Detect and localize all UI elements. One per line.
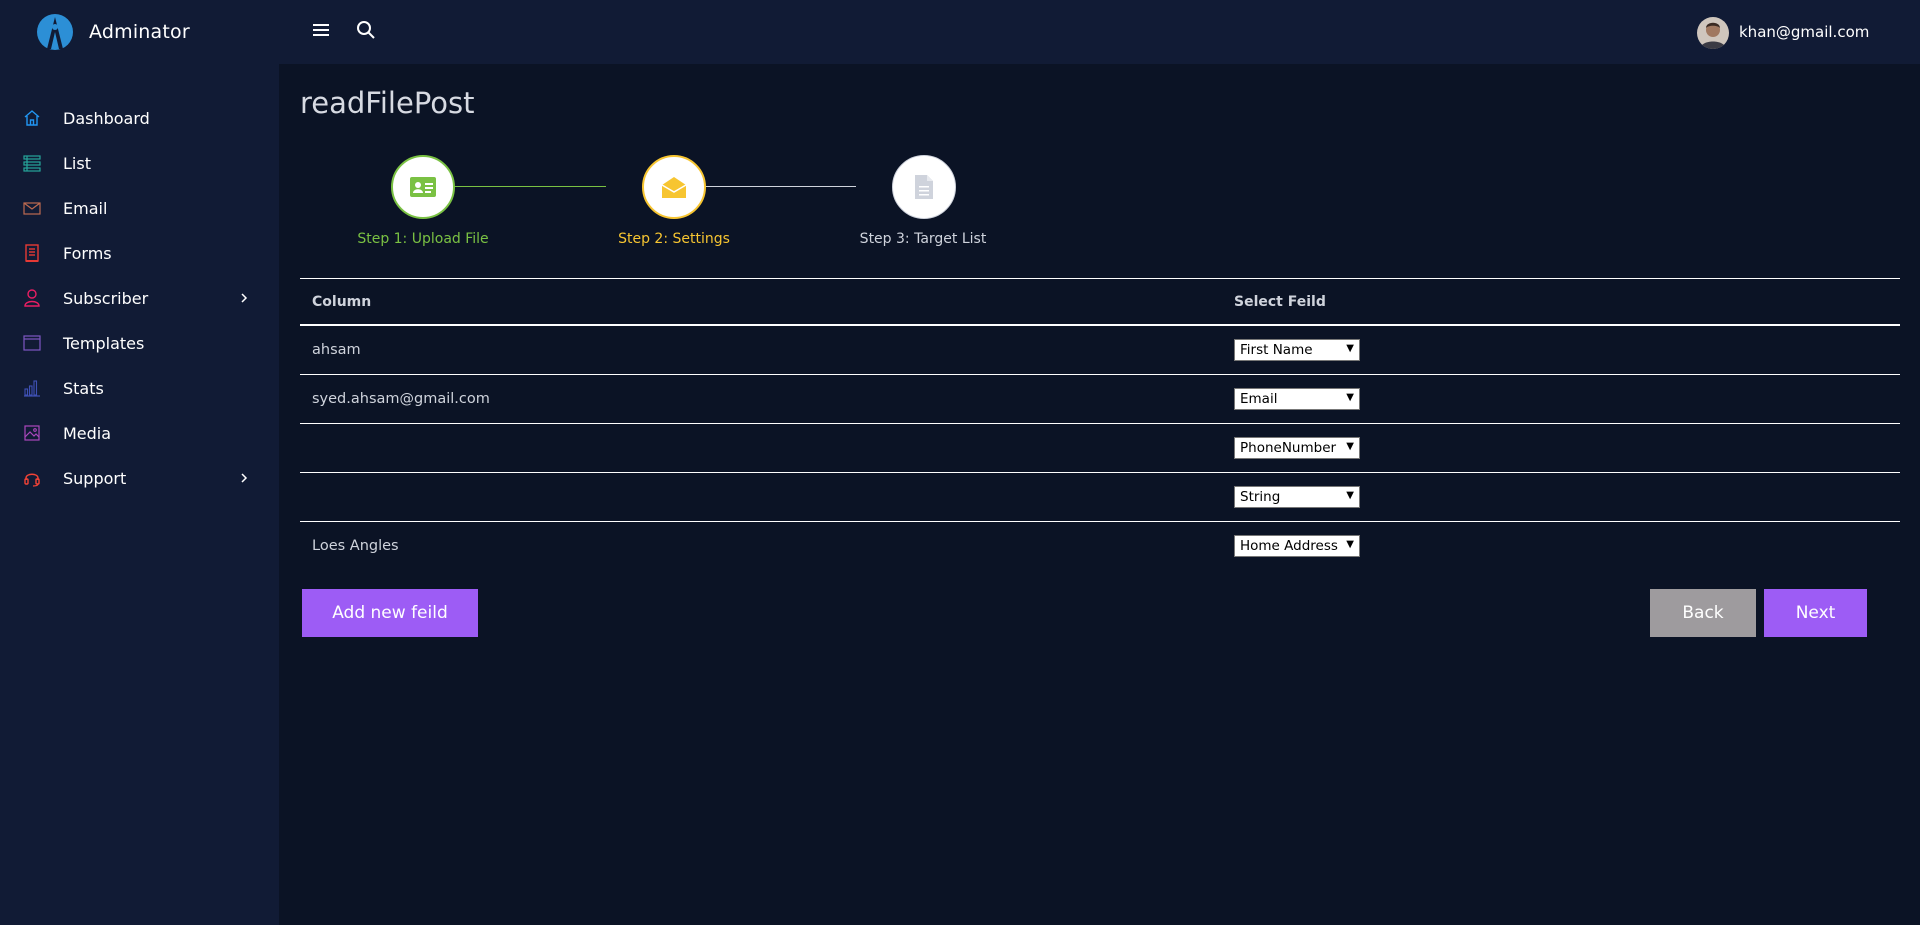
bar-chart-icon (24, 380, 40, 397)
top-header (279, 0, 1920, 64)
envelope-open-icon (661, 177, 687, 198)
image-icon (24, 425, 40, 441)
sidebar-item-label: Stats (63, 379, 104, 398)
sidebar-item-subscriber[interactable]: Subscriber (0, 276, 279, 321)
sidebar-item-label: Forms (63, 244, 112, 263)
field-select-value: Email (1240, 390, 1278, 407)
id-card-icon (410, 177, 436, 197)
field-select-value: PhoneNumber (1240, 439, 1337, 456)
step-3-circle[interactable] (892, 155, 956, 219)
table-header-row: Column Select Feild (300, 279, 1900, 326)
step-2-circle[interactable] (642, 155, 706, 219)
field-mapping-table: Column Select Feild ahsam First Name ▼ s… (300, 278, 1900, 570)
select-field-header: Select Feild (1222, 279, 1900, 326)
sidebar-item-media[interactable]: Media (0, 411, 279, 456)
stepper: Step 1: Upload File Step 2: Settings Ste… (300, 150, 1060, 260)
column-value: Loes Angles (312, 537, 399, 554)
headset-icon (24, 473, 40, 487)
caret-down-icon: ▼ (1346, 489, 1354, 501)
field-select-value: First Name (1240, 341, 1313, 358)
search-icon[interactable] (354, 18, 378, 42)
caret-down-icon: ▼ (1346, 342, 1354, 354)
back-button[interactable]: Back (1650, 589, 1756, 637)
sidebar-item-list[interactable]: List (0, 141, 279, 186)
field-cell: PhoneNumber ▼ (1222, 423, 1900, 473)
next-button[interactable]: Next (1764, 589, 1867, 637)
field-select[interactable]: String ▼ (1234, 485, 1360, 508)
chevron-right-icon (241, 293, 248, 303)
list-icon (23, 155, 41, 172)
sidebar-item-label: Subscriber (63, 289, 149, 308)
sidebar-item-label: Dashboard (63, 109, 150, 128)
field-select[interactable]: Email ▼ (1234, 387, 1360, 410)
step-2-label: Step 2: Settings (618, 231, 730, 247)
forms-icon (25, 244, 39, 262)
add-new-field-button[interactable]: Add new feild (302, 589, 478, 637)
step-1-label: Step 1: Upload File (357, 231, 489, 247)
caret-down-icon: ▼ (1346, 391, 1354, 403)
field-cell: Email ▼ (1222, 374, 1900, 424)
sidebar-nav: Dashboard List Email Forms Subscriber Te… (0, 96, 279, 501)
document-icon (915, 175, 933, 199)
chevron-right-icon (241, 473, 248, 483)
user-icon (24, 289, 40, 307)
caret-down-icon: ▼ (1346, 440, 1354, 452)
field-select-value: Home Address (1240, 537, 1338, 554)
sidebar-item-dashboard[interactable]: Dashboard (0, 96, 279, 141)
sidebar-item-email[interactable]: Email (0, 186, 279, 231)
column-value (300, 472, 1222, 522)
sidebar-item-label: Templates (63, 334, 145, 353)
brand-name: Adminator (89, 21, 190, 43)
window-icon (23, 335, 41, 351)
avatar[interactable] (1697, 17, 1729, 49)
sidebar-item-label: Media (63, 424, 112, 443)
column-value (300, 423, 1222, 473)
column-value: syed.ahsam@gmail.com (300, 374, 1222, 424)
step-1-circle[interactable] (391, 155, 455, 219)
user-email[interactable]: khan@gmail.com (1739, 23, 1869, 41)
table-row: String ▼ (300, 472, 1900, 522)
sidebar-item-templates[interactable]: Templates (0, 321, 279, 366)
page-title: readFilePost (300, 86, 475, 120)
sidebar-item-label: Support (63, 469, 127, 488)
sidebar-item-label: Email (63, 199, 108, 218)
adminator-logo-icon (37, 14, 73, 50)
sidebar-item-label: List (63, 154, 91, 173)
field-cell: First Name ▼ (1222, 325, 1900, 375)
table-row: PhoneNumber ▼ (300, 423, 1900, 473)
table-row: Loes Angles Home Address ▼ (300, 521, 1900, 570)
field-cell: Home Address ▼ (1222, 521, 1900, 570)
column-header: Column (300, 279, 1222, 326)
brand[interactable]: Adminator (36, 12, 190, 52)
home-icon (24, 110, 40, 126)
sidebar-item-forms[interactable]: Forms (0, 231, 279, 276)
sidebar-item-support[interactable]: Support (0, 456, 279, 501)
sidebar-item-stats[interactable]: Stats (0, 366, 279, 411)
field-cell: String ▼ (1222, 472, 1900, 522)
hamburger-icon[interactable] (309, 18, 333, 42)
step-3-label: Step 3: Target List (859, 231, 987, 247)
mail-icon (23, 202, 41, 215)
caret-down-icon: ▼ (1346, 538, 1354, 550)
sidebar: Adminator Dashboard List Email Forms Sub… (0, 0, 279, 925)
table-row: syed.ahsam@gmail.com Email ▼ (300, 374, 1900, 424)
field-select[interactable]: Home Address ▼ (1234, 534, 1360, 557)
column-value: ahsam (300, 325, 1222, 375)
field-select[interactable]: PhoneNumber ▼ (1234, 436, 1360, 459)
table-row: ahsam First Name ▼ (300, 325, 1900, 375)
field-select-value: String (1240, 488, 1281, 505)
field-select[interactable]: First Name ▼ (1234, 338, 1360, 361)
